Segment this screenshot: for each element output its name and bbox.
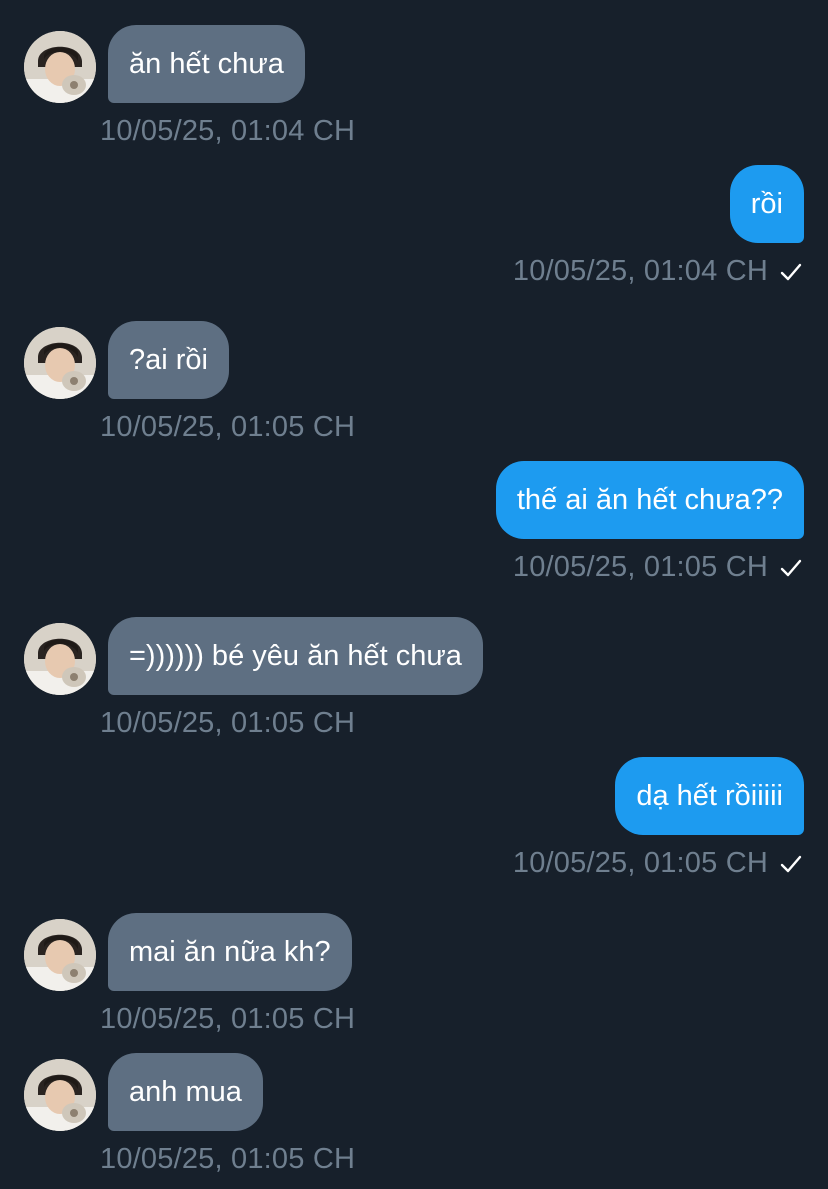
- message-timestamp: 10/05/25, 01:04 CH: [512, 255, 768, 287]
- message-bubble[interactable]: thế ai ăn hết chưa??: [495, 461, 804, 539]
- message-timestamp-row: 10/05/25, 01:04 CH: [513, 253, 804, 289]
- message-bubble[interactable]: ăn hết chưa: [108, 25, 305, 103]
- avatar[interactable]: [24, 1059, 96, 1131]
- avatar[interactable]: [24, 327, 96, 399]
- message-timestamp: 10/05/25, 01:05 CH: [512, 551, 768, 583]
- message-timestamp: 10/05/25, 01:05 CH: [100, 411, 356, 443]
- message-bubble[interactable]: mai ăn nữa kh?: [108, 913, 352, 991]
- message-timestamp: 10/05/25, 01:05 CH: [100, 1003, 356, 1035]
- message-timestamp: 10/05/25, 01:04 CH: [100, 115, 356, 147]
- avatar[interactable]: [24, 919, 96, 991]
- message-bubble[interactable]: rồi: [729, 165, 804, 243]
- avatar[interactable]: [24, 31, 96, 103]
- check-icon: [778, 258, 804, 284]
- message-bubble[interactable]: dạ hết rồiiiii: [615, 757, 804, 835]
- message-bubble[interactable]: =)))))) bé yêu ăn hết chưa: [108, 617, 483, 695]
- message-timestamp: 10/05/25, 01:05 CH: [512, 847, 768, 879]
- message-bubble[interactable]: anh mua: [108, 1053, 263, 1131]
- message-timestamp: 10/05/25, 01:05 CH: [100, 1143, 356, 1175]
- message-bubble[interactable]: ?ai rồi: [108, 321, 229, 399]
- check-icon: [778, 850, 804, 876]
- avatar[interactable]: [24, 623, 96, 695]
- message-timestamp-row: 10/05/25, 01:05 CH: [513, 549, 804, 585]
- check-icon: [778, 554, 804, 580]
- message-thread: ăn hết chưa 10/05/25, 01:04 CH rồi 10/05…: [0, 0, 828, 1189]
- message-timestamp-row: 10/05/25, 01:05 CH: [513, 845, 804, 881]
- message-timestamp: 10/05/25, 01:05 CH: [100, 707, 356, 739]
